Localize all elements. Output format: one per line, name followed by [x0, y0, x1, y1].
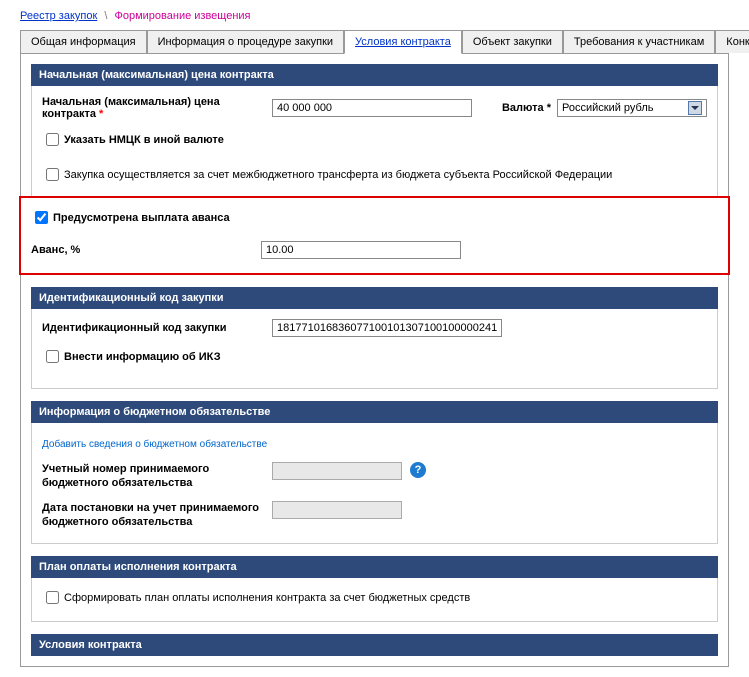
- transfer-label: Закупка осуществляется за счет межбюджет…: [64, 169, 612, 181]
- ikz-section-body: Идентификационный код закупки Внести инф…: [31, 309, 718, 389]
- currency-value: Российский рубль: [562, 102, 654, 114]
- advance-checkbox[interactable]: [35, 211, 48, 224]
- advance-input[interactable]: [261, 241, 461, 259]
- ikz-label: Идентификационный код закупки: [42, 322, 272, 334]
- price-section-body: Начальная (максимальная) цена контракта …: [31, 86, 718, 196]
- content: Начальная (максимальная) цена контракта …: [20, 54, 729, 667]
- advance-highlight-box: Предусмотрена выплата аванса Аванс, %: [19, 196, 730, 275]
- breadcrumb: Реестр закупок \ Формирование извещения: [20, 10, 729, 22]
- ikz-info-checkbox[interactable]: [46, 350, 59, 363]
- tab-general[interactable]: Общая информация: [20, 30, 147, 53]
- transfer-checkbox[interactable]: [46, 168, 59, 181]
- payment-plan-checkbox[interactable]: [46, 591, 59, 604]
- budget-section-body: Добавить сведения о бюджетном обязательс…: [31, 423, 718, 544]
- chevron-down-icon: [688, 101, 702, 115]
- budget-section-header: Информация о бюджетном обязательстве: [31, 401, 718, 423]
- help-icon[interactable]: ?: [410, 462, 426, 478]
- currency-label: Валюта *: [502, 102, 551, 114]
- breadcrumb-sep: \: [104, 10, 107, 22]
- budget-date-label: Дата постановки на учет принимаемого бюд…: [42, 501, 272, 530]
- tab-object[interactable]: Объект закупки: [462, 30, 563, 53]
- price-input[interactable]: [272, 99, 472, 117]
- conditions-section-header: Условия контракта: [31, 634, 718, 656]
- add-budget-link[interactable]: Добавить сведения о бюджетном обязательс…: [42, 439, 267, 450]
- budget-regnum-input: [272, 462, 402, 480]
- price-section-header: Начальная (максимальная) цена контракта: [31, 64, 718, 86]
- advance-check-label: Предусмотрена выплата аванса: [53, 212, 230, 224]
- ikz-input[interactable]: [272, 319, 502, 337]
- tab-requirements[interactable]: Требования к участникам: [563, 30, 715, 53]
- budget-regnum-label: Учетный номер принимаемого бюджетного об…: [42, 462, 272, 491]
- tab-documentation[interactable]: Конкурсная документация: [715, 30, 749, 53]
- budget-date-input: [272, 501, 402, 519]
- breadcrumb-current: Формирование извещения: [114, 10, 250, 22]
- payment-section-body: Сформировать план оплаты исполнения конт…: [31, 578, 718, 622]
- tab-contract-conditions[interactable]: Условия контракта: [344, 30, 462, 54]
- currency-select[interactable]: Российский рубль: [557, 99, 707, 117]
- tab-bar: Общая информация Информация о процедуре …: [20, 30, 729, 54]
- breadcrumb-root-link[interactable]: Реестр закупок: [20, 10, 97, 22]
- tab-procedure[interactable]: Информация о процедуре закупки: [147, 30, 344, 53]
- ikz-section-header: Идентификационный код закупки: [31, 287, 718, 309]
- nmck-checkbox[interactable]: [46, 133, 59, 146]
- ikz-info-label: Внести информацию об ИКЗ: [64, 351, 221, 363]
- price-label: Начальная (максимальная) цена контракта …: [42, 96, 272, 120]
- nmck-label: Указать НМЦК в иной валюте: [64, 134, 224, 146]
- payment-section-header: План оплаты исполнения контракта: [31, 556, 718, 578]
- advance-label: Аванс, %: [31, 244, 261, 256]
